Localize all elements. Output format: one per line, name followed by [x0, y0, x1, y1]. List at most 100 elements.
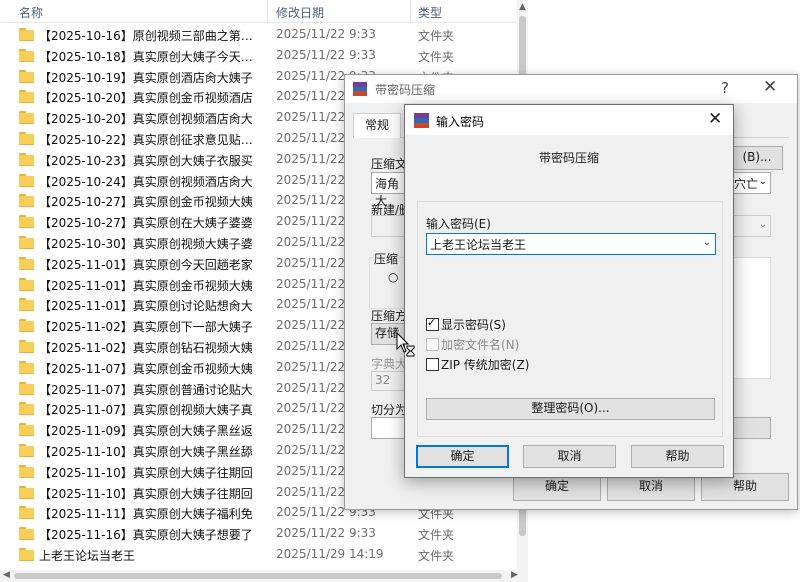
file-name: 【2025-11-07】真实原创普通讨论贴大	[39, 382, 253, 397]
show-password-label[interactable]: 显示密码(S)	[441, 316, 506, 333]
file-name: 【2025-11-09】真实原创大姨子黑丝返	[39, 424, 253, 439]
folder-icon	[19, 381, 34, 395]
folder-icon	[19, 464, 34, 478]
options-combo[interactable]: ⌄	[731, 215, 771, 237]
file-row[interactable]: 上老王论坛当老王 2025/11/29 14:19 文件夹	[0, 545, 528, 566]
scroll-left-icon[interactable]: ◀	[3, 570, 10, 580]
split-label: 切分为	[371, 403, 408, 417]
winrar-icon	[414, 113, 429, 128]
file-name: 【2025-11-10】真实原创大姨子往期回	[39, 486, 253, 501]
folder-icon	[19, 485, 34, 499]
file-date: 2025/11/29 14:19	[276, 546, 384, 561]
file-date: 2025/11/22 9:33	[276, 27, 376, 41]
password-dialog: 输入密码 ✕ 带密码压缩 输入密码(E) 上老王论坛当老王 ⌄ 显示密码(S) …	[404, 104, 734, 478]
organize-passwords-button[interactable]: 整理密码(O)...	[426, 398, 715, 420]
show-password-checkbox[interactable]	[426, 316, 439, 331]
file-name: 【2025-10-19】真实原创酒店肏大姨子	[39, 70, 253, 85]
file-type: 文件夹	[418, 29, 455, 43]
column-header-bar: 名称 修改日期 类型	[0, 0, 528, 23]
folder-icon	[19, 277, 34, 291]
file-name: 【2025-10-18】真实原创大姨子今天愿意	[39, 49, 261, 64]
chevron-down-icon: ⌄	[758, 176, 767, 187]
file-name: 【2025-11-10】真实原创大姨子往期回	[39, 465, 253, 480]
horizontal-scrollbar[interactable]: ◀ ▶	[0, 570, 528, 582]
password-label: 输入密码(E)	[426, 217, 491, 231]
encrypt-filenames-label[interactable]: 加密文件名(N)	[441, 336, 519, 353]
chevron-down-icon: ⌄	[758, 219, 767, 230]
folder-icon	[19, 48, 34, 62]
folder-icon	[19, 339, 34, 353]
radio-icon[interactable]: ○	[388, 270, 398, 284]
column-name-header[interactable]: 名称	[19, 4, 43, 21]
folder-icon	[19, 506, 34, 520]
zip-legacy-checkbox[interactable]	[426, 358, 439, 371]
zip-legacy-label[interactable]: ZIP 传统加密(Z)	[441, 356, 529, 373]
archive-dialog-title: 带密码压缩	[375, 83, 436, 97]
ok-button[interactable]: 确定	[416, 445, 509, 468]
file-name: 【2025-11-01】真实原创讨论贴想肏大	[39, 299, 253, 314]
set-password-button[interactable]	[729, 417, 771, 439]
dict-size-value: 32	[375, 373, 391, 387]
archive-name-label: 压缩文	[371, 157, 408, 171]
encrypt-filenames-checkbox[interactable]	[426, 338, 439, 351]
profile-combo-value: 穴亡	[734, 177, 759, 191]
busy-cursor-icon	[396, 332, 415, 357]
folder-icon	[19, 298, 34, 312]
file-name: 【2025-10-23】真实原创大姨子衣服买	[39, 153, 253, 168]
file-name: 【2025-11-01】真实原创金币视频大姨	[39, 278, 253, 293]
file-name: 【2025-11-07】真实原创视频大姨子真	[39, 403, 253, 418]
tab-general[interactable]: 常规	[353, 113, 401, 138]
folder-icon	[19, 173, 34, 187]
file-name: 【2025-11-07】真实原创金币视频大姨	[39, 361, 253, 376]
file-name: 【2025-10-16】原创视频三部曲之第二部	[39, 29, 261, 43]
compress-group-label: 压缩	[374, 250, 399, 267]
password-input[interactable]: 上老王论坛当老王 ⌄	[426, 233, 716, 255]
file-date: 2025/11/22 9:33	[276, 526, 376, 541]
help-icon[interactable]: ?	[721, 79, 729, 97]
options-panel	[729, 257, 771, 379]
folder-icon	[19, 547, 34, 561]
winrar-icon	[353, 82, 367, 96]
close-icon[interactable]: ✕	[708, 109, 722, 129]
scroll-right-icon[interactable]: ▶	[511, 570, 518, 580]
folder-icon	[19, 527, 34, 541]
file-name: 【2025-11-01】真实原创今天回趟老家	[39, 257, 253, 272]
scrollbar-thumb[interactable]	[14, 573, 502, 579]
help-button[interactable]: 帮助	[631, 445, 724, 468]
column-separator[interactable]	[267, 0, 268, 22]
folder-icon	[19, 131, 34, 145]
file-date: 2025/11/22 9:33	[276, 47, 376, 62]
method-label: 压缩方	[371, 309, 408, 323]
file-name: 【2025-10-27】真实原创在大姨子婆婆	[39, 216, 253, 231]
profile-combo[interactable]: 穴亡 ⌄	[731, 172, 771, 194]
folder-icon	[19, 152, 34, 166]
file-row[interactable]: 【2025-10-16】原创视频三部曲之第二部 2025/11/22 9:33 文件…	[0, 25, 528, 46]
folder-icon	[19, 111, 34, 125]
folder-icon	[19, 235, 34, 249]
file-row[interactable]: 【2025-11-16】真实原创大姨子想要了 2025/11/22 9:33 文件夹	[0, 524, 528, 545]
file-name: 【2025-10-22】真实原创征求意见贴酒店	[39, 132, 261, 147]
password-dialog-heading: 带密码压缩	[538, 151, 599, 165]
archive-dialog-titlebar[interactable]: 带密码压缩 ? ✕	[345, 75, 797, 103]
folder-icon	[19, 256, 34, 270]
file-name: 【2025-10-20】真实原创视频酒店肏大	[39, 112, 253, 127]
folder-icon	[19, 319, 34, 333]
file-type: 文件夹	[418, 49, 455, 64]
column-date-header[interactable]: 修改日期	[276, 4, 324, 21]
folder-icon	[19, 215, 34, 229]
file-name: 【2025-11-10】真实原创大姨子黑丝舔	[39, 444, 253, 459]
file-row[interactable]: 【2025-10-18】真实原创大姨子今天愿意 2025/11/22 9:33 文件…	[0, 46, 528, 67]
password-dialog-titlebar[interactable]: 输入密码 ✕	[405, 105, 733, 135]
scroll-up-icon[interactable]: ▲	[519, 2, 526, 12]
cancel-button[interactable]: 取消	[523, 445, 616, 468]
folder-icon	[19, 194, 34, 208]
column-separator[interactable]	[410, 0, 411, 22]
browse-button[interactable]: (B)...	[731, 146, 783, 170]
close-icon[interactable]: ✕	[763, 77, 777, 97]
chevron-down-icon[interactable]: ⌄	[703, 237, 711, 248]
file-type: 文件夹	[418, 528, 455, 543]
folder-icon	[19, 423, 34, 437]
folder-icon	[19, 443, 34, 457]
column-type-header[interactable]: 类型	[418, 4, 442, 21]
password-dialog-title: 输入密码	[436, 115, 485, 129]
